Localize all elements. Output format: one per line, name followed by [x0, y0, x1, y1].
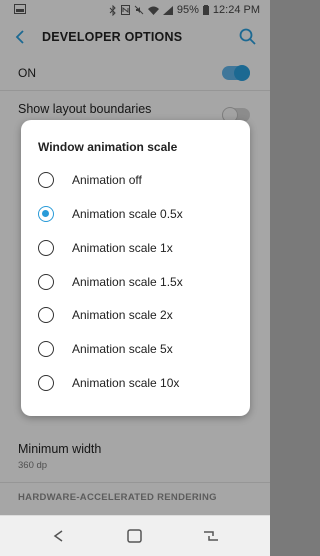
radio-button[interactable] [38, 240, 54, 256]
navigation-bar [0, 515, 270, 556]
option-animation-scale-1-5x[interactable]: Animation scale 1.5x [21, 267, 250, 297]
option-animation-scale-0-5x[interactable]: Animation scale 0.5x [21, 199, 250, 229]
window-animation-scale-dialog: Window animation scale Animation off Ani… [21, 120, 250, 416]
option-label: Animation off [72, 173, 142, 187]
option-animation-scale-5x[interactable]: Animation scale 5x [21, 334, 250, 364]
option-label: Animation scale 1x [72, 241, 173, 255]
option-animation-scale-10x[interactable]: Animation scale 10x [21, 368, 250, 398]
option-label: Animation scale 10x [72, 376, 180, 390]
radio-button[interactable] [38, 341, 54, 357]
back-icon[interactable] [50, 528, 68, 544]
radio-button[interactable] [38, 172, 54, 188]
option-label: Animation scale 2x [72, 308, 173, 322]
home-icon[interactable] [126, 528, 144, 544]
option-animation-scale-2x[interactable]: Animation scale 2x [21, 300, 250, 330]
radio-button[interactable] [38, 274, 54, 290]
phone-screen: 95% 12:24 PM DEVELOPER OPTIONS ON Show l… [0, 0, 270, 556]
radio-button[interactable] [38, 307, 54, 323]
option-animation-scale-1x[interactable]: Animation scale 1x [21, 233, 250, 263]
option-label: Animation scale 5x [72, 342, 173, 356]
option-label: Animation scale 1.5x [72, 275, 183, 289]
radio-button-selected[interactable] [38, 206, 54, 222]
option-animation-off[interactable]: Animation off [21, 165, 250, 195]
option-label: Animation scale 0.5x [72, 207, 183, 221]
dialog-title: Window animation scale [38, 140, 178, 154]
radio-button[interactable] [38, 375, 54, 391]
recent-apps-icon[interactable] [202, 528, 220, 544]
